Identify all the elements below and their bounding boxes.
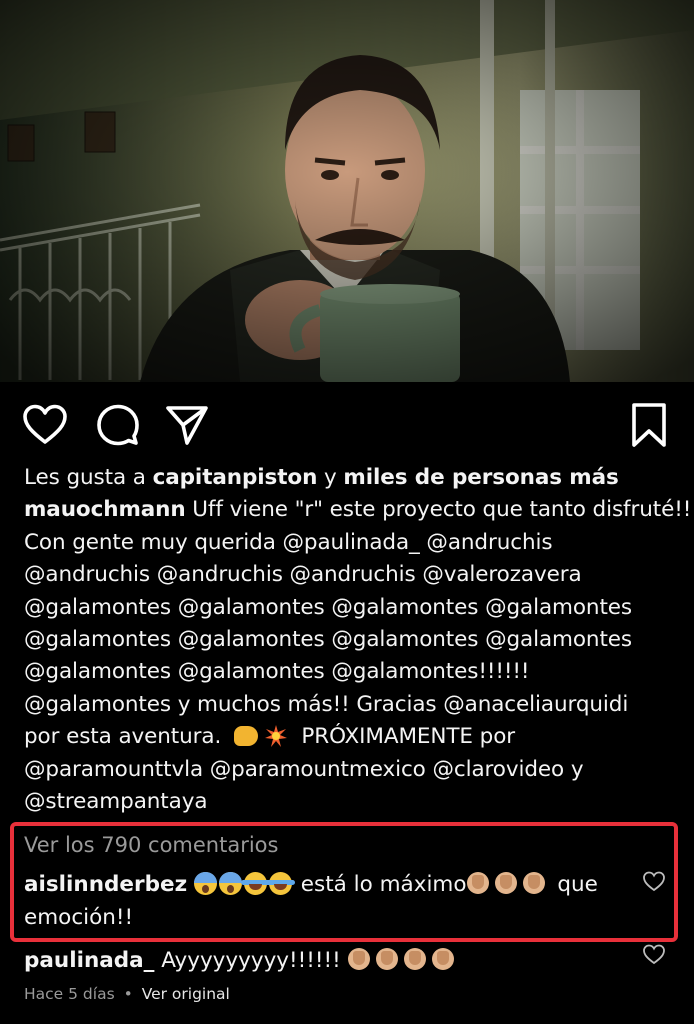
likes-line: Les gusta a capitanpiston y miles de per… [24,462,680,494]
liked-by-user[interactable]: capitanpiston [153,465,318,490]
share-button[interactable] [162,400,212,450]
comment-like-heart-icon[interactable] [642,943,666,967]
post-photo [0,0,694,382]
clap-emoji-icon [431,948,454,970]
save-button[interactable] [624,400,674,450]
caption-line: Con gente muy querida @paulinada_ @andru… [24,529,553,555]
comment-item: aislinnderbez está lo máximo que emoción… [24,868,639,934]
heart-icon [23,404,67,444]
caption-line: @paramounttvla @paramountmexico @clarovi… [24,756,584,782]
caption-line: @streampantaya [24,789,208,815]
fist-emoji-icon [233,726,258,747]
comment-bubble-icon [97,404,139,446]
scream-emoji-icon [218,872,242,895]
clap-emoji-icon [403,948,426,970]
caption-line: mauochmann Uff viene "r" este proyecto q… [24,494,691,526]
comment-item: paulinada_ Ayyyyyyyyy!!!!!! [24,944,639,977]
joy-emoji-icon [240,872,270,895]
see-original-link[interactable]: Ver original [142,985,230,1003]
joy-emoji-icon [265,872,295,895]
collision-emoji-icon [264,725,287,748]
caption-line: @galamontes @galamontes @galamontes!!!!!… [24,659,530,685]
clap-emoji-icon [494,872,517,894]
clap-emoji-icon [347,948,370,970]
likes-count-link[interactable]: miles de personas más [343,465,618,490]
caption-line: @andruchis @andruchis @andruchis @valero… [24,562,582,588]
comment-username[interactable]: aislinnderbez [24,872,187,897]
clap-emoji-icon [466,872,489,894]
caption-text: por esta aventura. [24,724,222,750]
view-all-comments-link[interactable]: Ver los 790 comentarios [24,833,278,857]
caption-text: Uff viene "r" este proyecto que tanto di… [192,497,692,523]
comment-text: emoción!! [24,905,134,930]
post-author[interactable]: mauochmann [24,497,186,522]
caption-line: @galamontes y muchos más!! Gracias @anac… [24,691,629,717]
clap-emoji-icon [375,948,398,970]
likes-conjunction: y [324,465,337,490]
caption-text: PRÓXIMAMENTE por [301,724,515,750]
comment-text: que [557,872,598,897]
comment-text: Ayyyyyyyyy!!!!!! [161,948,341,973]
likes-prefix: Les gusta a [24,465,146,490]
meta-separator: • [123,985,133,1003]
caption-line: @galamontes @galamontes @galamontes @gal… [24,627,633,653]
post-meta: Hace 5 días • Ver original [24,985,234,1003]
scream-emoji-icon [193,872,217,895]
bookmark-icon [632,403,666,447]
comment-text: está lo máximo [300,872,467,897]
paper-plane-icon [166,406,208,445]
caption-line: @galamontes @galamontes @galamontes @gal… [24,594,633,620]
post-image[interactable] [0,0,694,382]
post-caption: Les gusta a capitanpiston y miles de per… [24,462,691,818]
comment-like-heart-icon[interactable] [642,870,666,894]
comment-username[interactable]: paulinada_ [24,948,154,973]
comment-button[interactable] [93,400,143,450]
caption-line: por esta aventura. PRÓXIMAMENTE por [24,721,680,753]
like-button[interactable] [20,400,70,450]
action-bar [0,382,694,462]
post-timestamp: Hace 5 días [24,985,115,1003]
clap-emoji-icon [522,872,545,894]
